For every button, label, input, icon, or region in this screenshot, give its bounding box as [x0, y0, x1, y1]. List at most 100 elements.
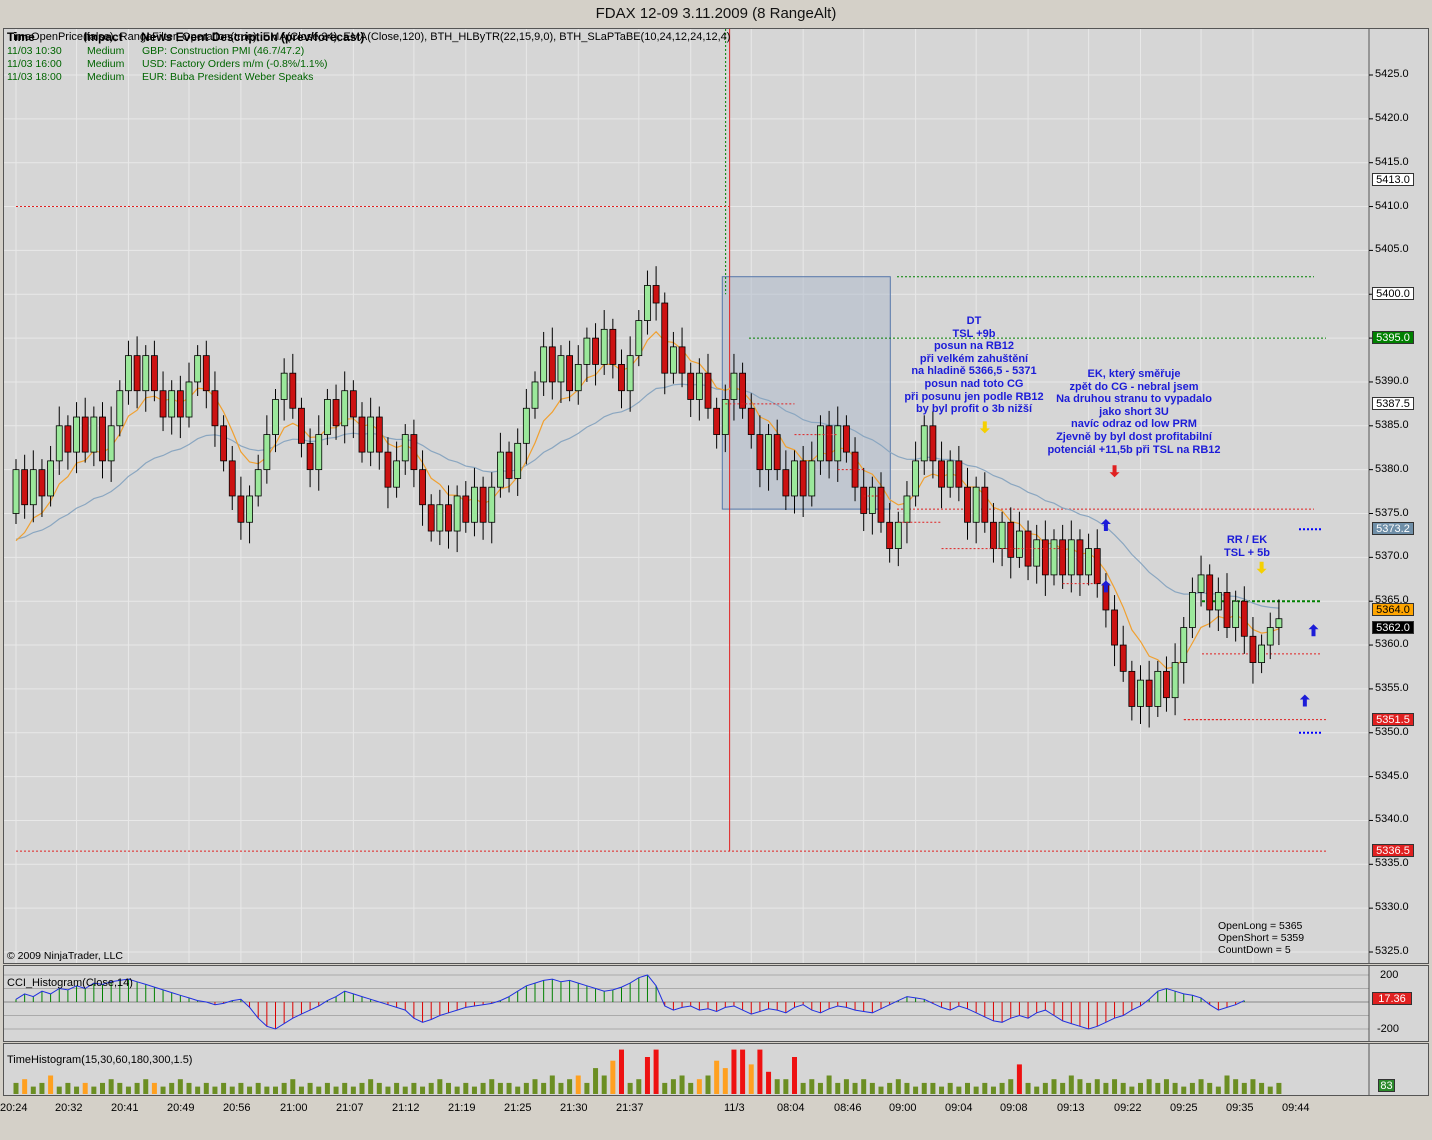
candle-up — [496, 451, 504, 488]
candle-up — [393, 460, 401, 488]
candle-down — [825, 425, 833, 462]
news-col-impact: Impact — [84, 30, 123, 44]
candle-up — [1085, 548, 1092, 576]
price-chart-panel[interactable]: TimeOpenPrice(false), RangeFilter, Opera… — [3, 28, 1429, 964]
annotation-line: při posunu jen podle RB12 — [904, 390, 1044, 403]
candle-down — [548, 346, 556, 383]
price-tick: 5345.0 — [1375, 769, 1409, 782]
candle-up — [920, 425, 928, 462]
time-bar — [48, 1075, 54, 1094]
price-tick: 5410.0 — [1375, 199, 1409, 212]
annotation-line: jako short 3U — [1099, 405, 1169, 418]
time-bar — [1198, 1079, 1204, 1094]
time-bar — [653, 1049, 659, 1094]
candle-up — [531, 381, 539, 409]
news-row: 11/03 10:30 Medium GBP: Construction PMI (… — [7, 45, 304, 57]
x-axis-label: 09:35 — [1226, 1102, 1254, 1114]
time-bar — [1241, 1082, 1247, 1094]
time-bar — [385, 1086, 391, 1094]
candle-up — [1171, 662, 1179, 699]
time-bar — [1051, 1079, 1057, 1094]
time-bar — [471, 1086, 477, 1094]
time-bar — [1224, 1075, 1230, 1094]
time-bar — [420, 1086, 426, 1094]
time-bar — [1189, 1082, 1195, 1094]
time-bar — [869, 1082, 875, 1094]
candle-down — [652, 285, 660, 304]
time-bar — [376, 1082, 382, 1094]
price-tag: 5395.0 — [1372, 331, 1414, 345]
time-bar — [1163, 1079, 1169, 1094]
candle-up — [315, 434, 323, 471]
candle-up — [912, 460, 919, 497]
time-bar — [887, 1082, 893, 1094]
annotation-line: navíc odraz od low PRM — [1071, 418, 1197, 431]
candle-down — [462, 495, 470, 523]
time-bar — [264, 1086, 270, 1094]
time-bar — [913, 1086, 919, 1094]
time-bar — [359, 1082, 365, 1094]
candle-down — [419, 469, 426, 506]
time-bar — [342, 1082, 348, 1094]
time-bar — [307, 1082, 313, 1094]
time-bar — [394, 1082, 400, 1094]
time-bar — [1250, 1079, 1256, 1094]
time-bar — [644, 1057, 650, 1094]
time-histogram-svg[interactable] — [4, 1044, 1429, 1096]
time-bar — [437, 1079, 443, 1094]
news-time: 11/03 18:00 — [7, 71, 62, 83]
candle-up — [1258, 644, 1265, 663]
news-row: 11/03 16:00 Medium USD: Factory Orders m/m… — [7, 58, 328, 70]
price-tick: 5375.0 — [1375, 506, 1409, 519]
candle-up — [1232, 600, 1240, 628]
candle-down — [445, 504, 452, 532]
time-bar — [835, 1082, 841, 1094]
price-chart-svg[interactable] — [4, 29, 1429, 964]
candle-up — [107, 425, 115, 462]
time-bar — [558, 1082, 564, 1094]
time-bar — [350, 1086, 356, 1094]
x-axis-label: 09:08 — [1000, 1102, 1028, 1114]
time-bar — [22, 1079, 28, 1094]
cci-histogram-svg[interactable] — [4, 966, 1429, 1042]
time-bar — [324, 1082, 330, 1094]
candle-up — [453, 495, 461, 532]
annotation-line: při velkém zahuštění — [919, 352, 1029, 365]
time-bar — [411, 1082, 417, 1094]
candle-down — [1007, 521, 1015, 558]
time-bar — [939, 1086, 945, 1094]
candle-up — [574, 364, 582, 392]
time-bar — [273, 1086, 278, 1094]
window-title: FDAX 12-09 3.11.2009 (8 RangeAlt) — [595, 5, 837, 22]
time-bar — [74, 1086, 80, 1094]
cci-panel[interactable]: CCI_Histogram(Close,14) 200 -200 17.36 — [3, 965, 1429, 1042]
arrow-up-icon — [1100, 580, 1111, 593]
time-bar — [731, 1049, 737, 1094]
time-bar — [662, 1082, 668, 1094]
x-axis-label: 21:00 — [280, 1102, 308, 1114]
price-tag: 5362.0 — [1372, 620, 1414, 634]
candle-up — [280, 372, 288, 400]
copyright: © 2009 NinjaTrader, LLC — [7, 950, 123, 962]
time-bar — [619, 1049, 624, 1094]
annotation-line: RR / EK — [1226, 534, 1268, 546]
time-bar — [601, 1075, 607, 1094]
candle-up — [55, 425, 63, 462]
candle-down — [159, 390, 167, 418]
candle-up — [946, 460, 954, 488]
annotation-line: TSL + 5b — [1224, 546, 1270, 559]
x-axis: 20:24 20:32 20:41 20:49 20:56 21:00 21:07 21:12… — [0, 1097, 1432, 1140]
candle-up — [168, 390, 176, 418]
candle-up — [401, 434, 409, 462]
time-bar — [463, 1082, 469, 1094]
time-bar — [783, 1079, 789, 1094]
time-bar — [1077, 1079, 1083, 1094]
time-bar — [402, 1086, 408, 1094]
candle-down — [202, 355, 210, 392]
time-bar — [1086, 1082, 1092, 1094]
price-tick: 5390.0 — [1375, 374, 1409, 387]
time-histogram-panel[interactable]: TimeHistogram(15,30,60,180,300,1.5) 83 — [3, 1043, 1429, 1096]
time-bar — [255, 1082, 261, 1094]
candle-down — [678, 346, 686, 374]
arrow-up-icon — [1299, 694, 1310, 707]
